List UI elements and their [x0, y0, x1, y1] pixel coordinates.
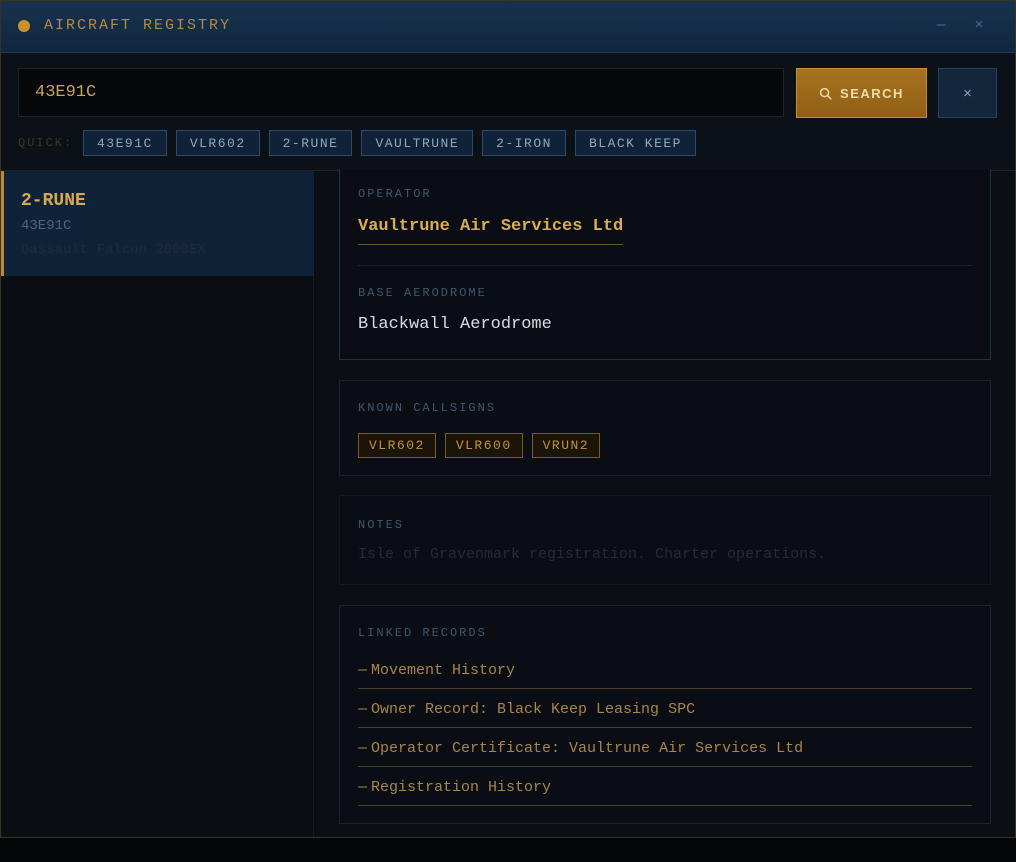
quick-label: QUICK: — [18, 136, 74, 150]
linked-record-label: Owner Record: Black Keep Leasing SPC — [371, 701, 696, 718]
status-dot-icon — [18, 20, 30, 32]
divider — [358, 265, 972, 266]
base-aerodrome-label: BASE AERODROME — [358, 286, 487, 300]
search-icon — [819, 87, 832, 100]
linked-records-label: LINKED RECORDS — [358, 626, 487, 640]
search-button-label: SEARCH — [840, 85, 904, 101]
linked-record-link[interactable]: — Owner Record: Black Keep Leasing SPC — [358, 689, 972, 728]
detail-panel: OPERATOR Vaultrune Air Services Ltd BASE… — [315, 169, 1015, 837]
dash-icon: — — [358, 662, 368, 679]
minimize-button[interactable]: — — [931, 15, 951, 37]
close-icon: × — [963, 84, 972, 102]
notes-value: Isle of Gravenmark registration. Charter… — [358, 546, 827, 563]
linked-record-label: Movement History — [371, 662, 516, 679]
linked-record-link[interactable]: — Operator Certificate: Vaultrune Air Ser… — [358, 728, 972, 767]
operator-value[interactable]: Vaultrune Air Services Ltd — [358, 217, 624, 245]
quick-chip[interactable]: 2-IRON — [482, 130, 566, 156]
registry-window: AIRCRAFT REGISTRY — × SEARCH × QUICK: 43… — [0, 0, 1016, 838]
linked-record-link[interactable]: — Registration History — [358, 767, 972, 806]
results-sidebar: 2-RUNE 43E91C Dassault Falcon 2000EX — [1, 171, 314, 837]
callsign-tag: VLR602 — [358, 433, 436, 458]
result-aircraft-type: Dassault Falcon 2000EX — [21, 242, 206, 258]
notes-label: NOTES — [358, 518, 405, 532]
clear-search-button[interactable]: × — [938, 68, 997, 118]
linked-records-list: — Movement History — Owner Record: Black K… — [358, 650, 972, 806]
quick-chip[interactable]: BLACK KEEP — [574, 130, 696, 156]
quick-chip-list: 43E91C VLR602 2-RUNE VAULTRUNE 2-IRON BL… — [83, 130, 696, 156]
result-item-selected[interactable]: 2-RUNE 43E91C Dassault Falcon 2000EX — [1, 171, 314, 276]
quick-chip[interactable]: 43E91C — [83, 130, 167, 156]
quick-chip[interactable]: VAULTRUNE — [361, 130, 474, 156]
callsigns-card: KNOWN CALLSIGNS VLR602 VLR600 VRUN2 — [339, 380, 991, 476]
operator-card: OPERATOR Vaultrune Air Services Ltd BASE… — [339, 169, 991, 360]
dash-icon: — — [358, 701, 368, 718]
search-button[interactable]: SEARCH — [796, 68, 927, 118]
callsign-list: VLR602 VLR600 VRUN2 — [358, 433, 601, 458]
callsign-tag: VLR600 — [444, 433, 523, 458]
dash-icon: — — [358, 779, 368, 796]
linked-record-label: Registration History — [371, 779, 552, 796]
search-area: SEARCH × QUICK: 43E91C VLR602 2-RUNE VAU… — [1, 53, 1015, 171]
linked-record-link[interactable]: — Movement History — [358, 650, 972, 689]
notes-card: NOTES Isle of Gravenmark registration. C… — [339, 495, 991, 585]
dash-icon: — — [358, 740, 368, 757]
title-bar: AIRCRAFT REGISTRY — × — [1, 1, 1015, 53]
callsign-tag: VRUN2 — [531, 433, 601, 458]
base-aerodrome-value: Blackwall Aerodrome — [358, 315, 552, 334]
quick-chip[interactable]: VLR602 — [175, 130, 260, 156]
result-hex-code: 43E91C — [21, 218, 72, 234]
linked-records-card: LINKED RECORDS — Movement History — Owner … — [339, 605, 991, 824]
close-window-button[interactable]: × — [969, 15, 989, 37]
operator-label: OPERATOR — [358, 187, 432, 201]
quick-chip[interactable]: 2-RUNE — [268, 130, 353, 156]
callsigns-label: KNOWN CALLSIGNS — [358, 401, 497, 415]
linked-record-label: Operator Certificate: Vaultrune Air Serv… — [371, 740, 804, 757]
window-title: AIRCRAFT REGISTRY — [44, 17, 232, 34]
search-input[interactable] — [18, 68, 784, 117]
result-registration: 2-RUNE — [21, 191, 86, 211]
